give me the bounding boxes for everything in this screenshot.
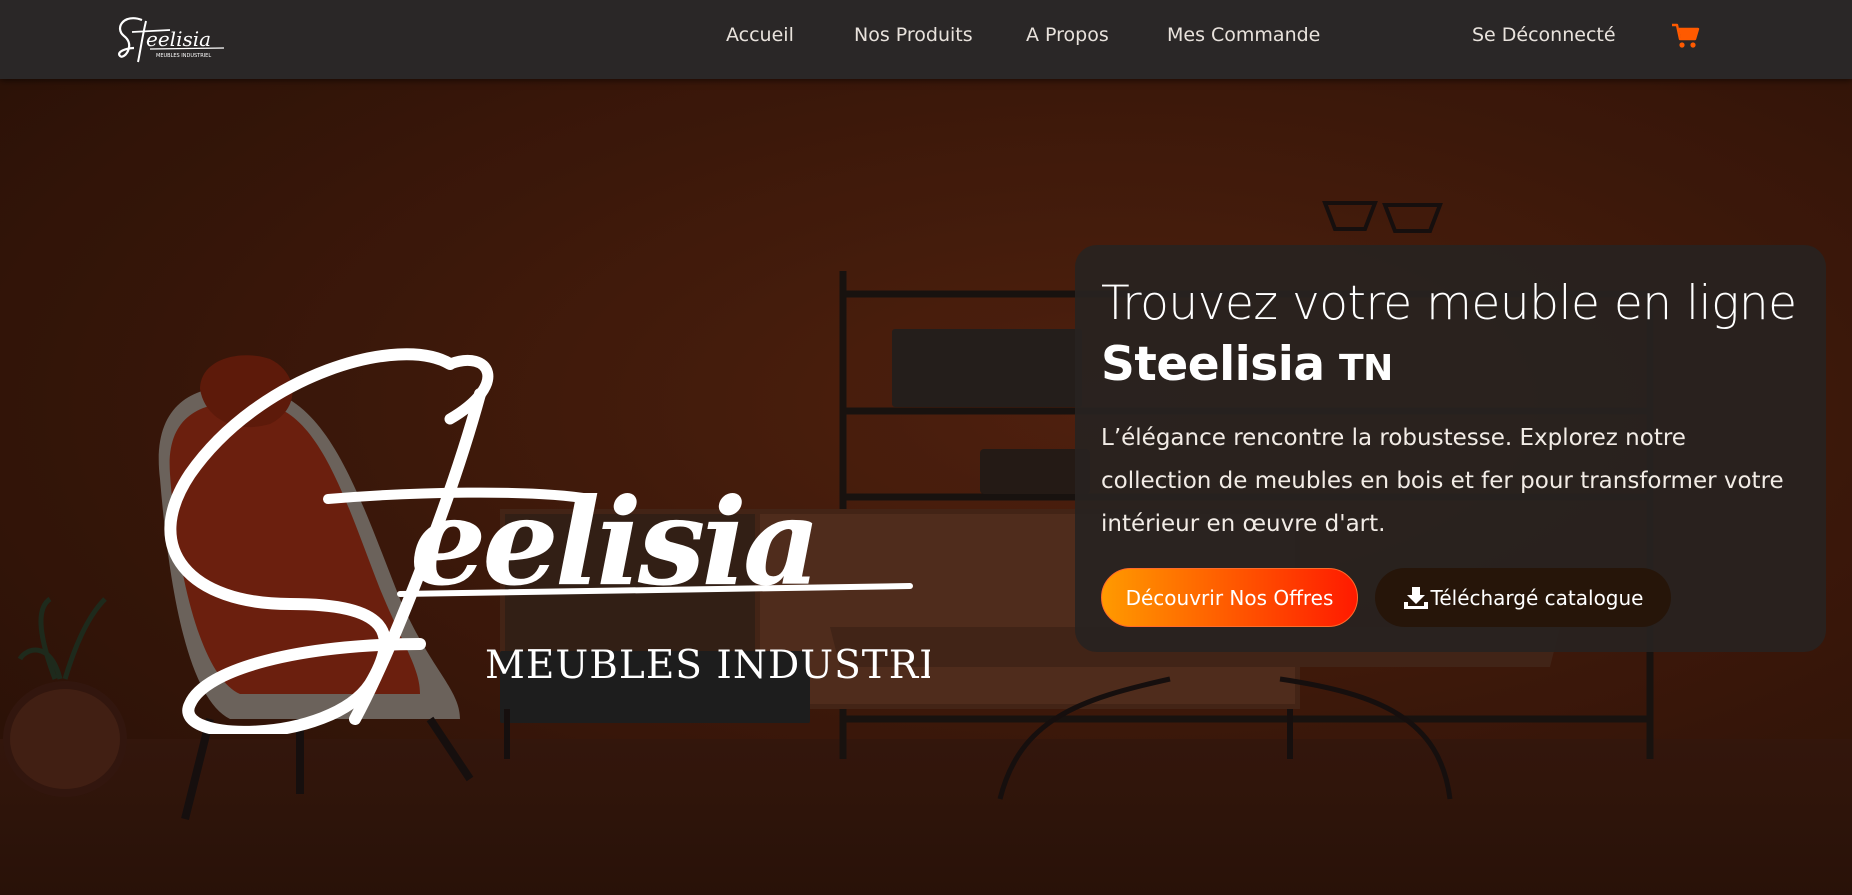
headline-suffix: TN: [1339, 348, 1393, 389]
hero-logo-tagline: MEUBLES INDUSTRIEL: [485, 643, 930, 688]
headline-brand: Steelisia: [1101, 337, 1325, 392]
hero-description: L’élégance rencontre la robustesse. Expl…: [1101, 425, 1784, 537]
download-catalog-button[interactable]: Téléchargé catalogue: [1375, 568, 1671, 627]
brand-logo[interactable]: eelisia MEUBLES INDUSTRIEL: [112, 8, 227, 70]
navbar: eelisia MEUBLES INDUSTRIEL Accueil Nos P…: [0, 0, 1852, 79]
download-icon: [1403, 586, 1428, 609]
headline-text: Trouvez votre meuble en ligne: [1101, 276, 1797, 331]
nav-nos-produits[interactable]: Nos Produits: [854, 24, 973, 46]
nav-mes-commande[interactable]: Mes Commande: [1167, 24, 1320, 46]
cart-icon: [1672, 23, 1700, 48]
hero-info-card: Trouvez votre meuble en ligne Steelisia …: [1075, 245, 1826, 652]
hero-brand-logo-graphic: eelisia MEUBLES INDUSTRIEL: [164, 348, 991, 738]
download-catalog-label: Téléchargé catalogue: [1430, 585, 1644, 610]
hero-brand-logo: eelisia MEUBLES INDUSTRIEL: [150, 324, 991, 738]
logout-link[interactable]: Se Déconnecté: [1472, 24, 1616, 46]
logo-tagline: MEUBLES INDUSTRIEL: [156, 53, 211, 59]
discover-offers-button[interactable]: Découvrir Nos Offres: [1101, 568, 1358, 627]
svg-text:eelisia: eelisia: [146, 27, 211, 51]
discover-offers-label: Découvrir Nos Offres: [1125, 585, 1334, 610]
nav-a-propos[interactable]: A Propos: [1026, 24, 1109, 46]
nav-accueil[interactable]: Accueil: [726, 24, 794, 46]
cart-button[interactable]: [1670, 21, 1700, 51]
brand-logo-graphic: eelisia MEUBLES INDUSTRIEL: [118, 17, 225, 63]
hero-headline: Trouvez votre meuble en ligne Steelisia …: [1101, 273, 1800, 399]
hero-section: eelisia MEUBLES INDUSTRIEL Trouvez votre…: [0, 79, 1852, 895]
